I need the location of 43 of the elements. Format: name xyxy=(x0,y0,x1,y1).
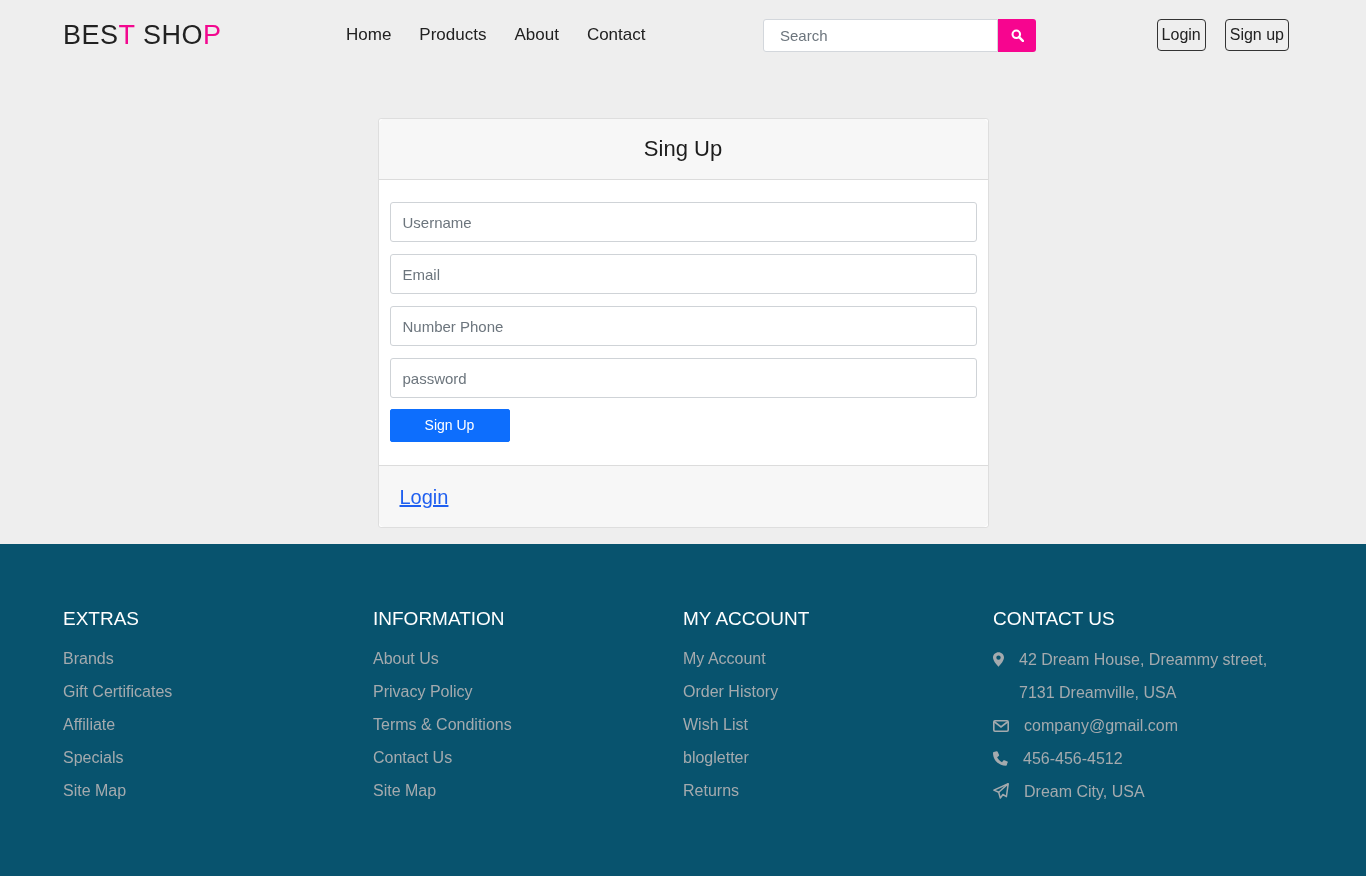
search-field[interactable]: Search xyxy=(763,18,998,52)
footer-link[interactable]: Contact Us xyxy=(373,748,453,766)
footer-link[interactable]: Returns xyxy=(683,781,740,799)
footer-link[interactable]: Privacy Policy xyxy=(373,682,473,700)
sign-up-button[interactable]: Sign Up xyxy=(389,409,510,442)
email-field[interactable]: Email xyxy=(389,254,977,294)
email-text: company@gmail.com xyxy=(1024,715,1179,736)
column-heading: MY ACCOUNT xyxy=(683,608,811,631)
footer-link[interactable]: My Account xyxy=(683,649,766,667)
footer-link[interactable]: blogletter xyxy=(683,748,749,766)
footer-link[interactable]: Site Map xyxy=(63,781,127,799)
nav-link-item[interactable]: Home xyxy=(346,25,392,45)
phone-text: 456-456-4512 xyxy=(1023,748,1123,769)
login-link[interactable]: Login xyxy=(399,481,449,512)
column-heading: INFORMATION xyxy=(373,608,506,631)
form-title: Sing Up xyxy=(643,135,723,163)
sign-up-button[interactable]: Sign up xyxy=(1224,19,1289,51)
phone-icon xyxy=(993,750,1008,766)
footer-link[interactable]: Brands xyxy=(63,649,114,667)
password-field[interactable]: password xyxy=(389,358,977,398)
map-pin-icon xyxy=(993,651,1004,667)
footer-link[interactable]: Gift Certificates xyxy=(63,682,173,700)
logo[interactable]: BEST SHOP xyxy=(63,21,222,49)
search-icon xyxy=(1010,28,1024,42)
envelope-icon xyxy=(993,719,1009,732)
phone-field[interactable]: Number Phone xyxy=(389,306,977,346)
column-heading: CONTACT US xyxy=(993,608,1116,631)
footer-link[interactable]: Affiliate xyxy=(63,715,116,733)
footer-link[interactable]: Specials xyxy=(63,748,124,766)
search-button[interactable] xyxy=(998,18,1036,52)
nav-link-item[interactable]: About xyxy=(514,25,559,45)
footer-link[interactable]: Wish List xyxy=(683,715,748,733)
login-button[interactable]: Login xyxy=(1156,19,1206,51)
footer-link[interactable]: Order History xyxy=(683,682,779,700)
footer-link[interactable]: Terms & Conditions xyxy=(373,715,512,733)
paper-plane-icon xyxy=(993,782,1009,799)
nav-link-item[interactable]: Products xyxy=(419,25,487,45)
username-field[interactable]: Username xyxy=(389,202,977,242)
footer-link[interactable]: Site Map xyxy=(373,781,437,799)
address-text: Dream City, USA xyxy=(1024,781,1145,802)
nav-link-item[interactable]: Contact xyxy=(586,25,646,45)
column-heading: EXTRAS xyxy=(63,608,141,631)
footer-link[interactable]: About Us xyxy=(373,649,439,667)
